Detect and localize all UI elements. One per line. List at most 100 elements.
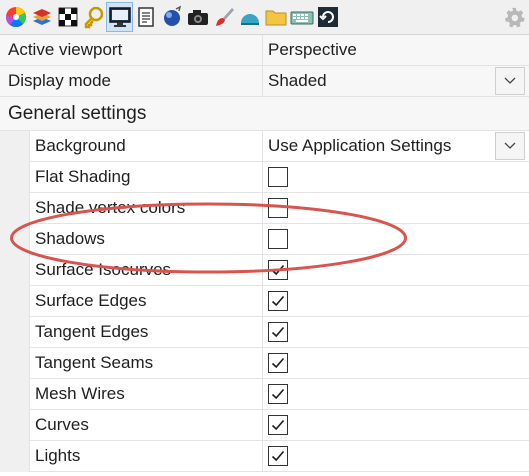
option-label: Flat Shading bbox=[35, 167, 131, 186]
row-indent bbox=[0, 193, 30, 224]
option-checkbox[interactable] bbox=[268, 198, 288, 218]
general-settings-header[interactable]: General settings bbox=[0, 97, 529, 131]
environment-button[interactable] bbox=[236, 2, 263, 32]
checkmark-icon bbox=[271, 450, 285, 462]
camera-button[interactable] bbox=[184, 2, 211, 32]
display-icon bbox=[108, 7, 131, 27]
display-button[interactable] bbox=[106, 2, 133, 32]
notes-button[interactable] bbox=[132, 2, 159, 32]
panel-toolbar bbox=[0, 0, 529, 35]
row-indent bbox=[0, 286, 30, 317]
option-row: Lights bbox=[0, 441, 529, 472]
texture-button[interactable] bbox=[54, 2, 81, 32]
column-divider bbox=[262, 255, 263, 285]
option-checkbox[interactable] bbox=[268, 291, 288, 311]
option-row: Tangent Seams bbox=[0, 348, 529, 379]
active-viewport-label: Active viewport bbox=[8, 40, 123, 59]
option-row: Curves bbox=[0, 410, 529, 441]
option-checkbox[interactable] bbox=[268, 353, 288, 373]
option-label: Tangent Seams bbox=[35, 353, 154, 372]
option-checkbox[interactable] bbox=[268, 446, 288, 466]
column-divider bbox=[262, 224, 263, 254]
column-divider bbox=[262, 379, 263, 409]
named-views-button[interactable] bbox=[80, 2, 107, 32]
restore-button[interactable] bbox=[314, 2, 341, 32]
materials-button[interactable] bbox=[210, 2, 237, 32]
row-indent bbox=[0, 131, 30, 162]
panel-settings-button[interactable] bbox=[503, 6, 525, 28]
display-mode-dropdown[interactable] bbox=[495, 67, 525, 95]
key-icon bbox=[84, 6, 103, 29]
column-divider bbox=[262, 410, 263, 440]
option-row: Mesh Wires bbox=[0, 379, 529, 410]
column-divider bbox=[262, 441, 263, 471]
option-label: Curves bbox=[35, 415, 89, 434]
column-divider bbox=[262, 348, 263, 378]
option-label: Mesh Wires bbox=[35, 384, 125, 403]
background-value[interactable]: Use Application Settings bbox=[268, 131, 451, 161]
background-dropdown[interactable] bbox=[495, 132, 525, 160]
option-label: Surface Isocurves bbox=[35, 260, 172, 279]
option-label: Shade vertex colors bbox=[35, 198, 186, 217]
option-checkbox[interactable] bbox=[268, 415, 288, 435]
display-mode-label: Display mode bbox=[8, 71, 111, 90]
checkmark-icon bbox=[271, 357, 285, 369]
column-divider bbox=[262, 162, 263, 192]
display-mode-value[interactable]: Shaded bbox=[268, 66, 327, 96]
option-row: Shade vertex colors bbox=[0, 193, 529, 224]
row-indent bbox=[0, 255, 30, 286]
display-properties-panel: Active viewport Perspective Display mode… bbox=[0, 35, 529, 476]
keyboard-button[interactable] bbox=[288, 2, 315, 32]
environment-icon bbox=[240, 14, 259, 25]
color-wheel-icon bbox=[5, 7, 26, 27]
render-sphere-icon bbox=[163, 5, 181, 26]
option-checkbox[interactable] bbox=[268, 260, 288, 280]
notes-icon bbox=[137, 7, 154, 27]
background-label: Background bbox=[35, 136, 126, 155]
option-label: Shadows bbox=[35, 229, 105, 248]
option-row: Flat Shading bbox=[0, 162, 529, 193]
option-label: Surface Edges bbox=[35, 291, 147, 310]
option-row: Tangent Edges bbox=[0, 317, 529, 348]
section-title: General settings bbox=[8, 103, 147, 124]
option-label: Tangent Edges bbox=[35, 322, 149, 341]
checkmark-icon bbox=[271, 326, 285, 338]
option-checkbox[interactable] bbox=[268, 167, 288, 187]
active-viewport-row: Active viewport Perspective bbox=[0, 35, 529, 66]
libraries-button[interactable] bbox=[262, 2, 289, 32]
row-indent bbox=[0, 162, 30, 193]
option-label: Lights bbox=[35, 446, 81, 465]
option-checkbox[interactable] bbox=[268, 229, 288, 249]
row-indent bbox=[0, 224, 30, 255]
chevron-down-icon bbox=[504, 142, 516, 149]
option-checkbox[interactable] bbox=[268, 322, 288, 342]
gear-icon bbox=[505, 7, 525, 28]
color-wheel-button[interactable] bbox=[2, 2, 29, 32]
row-indent bbox=[0, 317, 30, 348]
column-divider bbox=[262, 317, 263, 347]
chevron-down-icon bbox=[504, 77, 516, 84]
row-indent bbox=[0, 348, 30, 379]
checkmark-icon bbox=[271, 264, 285, 276]
display-mode-row: Display mode Shaded bbox=[0, 66, 529, 97]
folder-icon bbox=[265, 10, 286, 26]
option-checkbox[interactable] bbox=[268, 384, 288, 404]
layers-button[interactable] bbox=[28, 2, 55, 32]
layers-icon bbox=[32, 9, 51, 25]
camera-icon bbox=[187, 10, 208, 25]
keyboard-icon bbox=[290, 11, 313, 25]
background-row: Background Use Application Settings bbox=[0, 131, 529, 162]
checkmark-icon bbox=[271, 295, 285, 307]
active-viewport-value: Perspective bbox=[268, 40, 357, 59]
option-row: Surface Isocurves bbox=[0, 255, 529, 286]
column-divider bbox=[262, 131, 263, 161]
checkmark-icon bbox=[271, 419, 285, 431]
restore-icon bbox=[317, 7, 338, 27]
row-indent bbox=[0, 441, 30, 472]
checker-icon bbox=[58, 7, 77, 27]
checkmark-icon bbox=[271, 388, 285, 400]
column-divider bbox=[262, 66, 263, 96]
option-row: Surface Edges bbox=[0, 286, 529, 317]
rendering-button[interactable] bbox=[158, 2, 185, 32]
row-indent bbox=[0, 379, 30, 410]
